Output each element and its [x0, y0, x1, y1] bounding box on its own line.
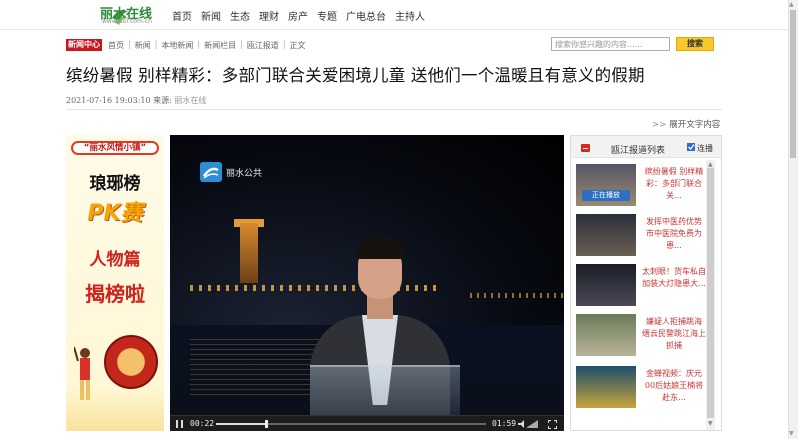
nav-item-home[interactable]: 首页 — [172, 8, 192, 23]
nav-item-broadcast[interactable]: 广电总台 — [346, 8, 386, 23]
autoplay-checkbox[interactable] — [687, 143, 695, 151]
expand-text-link[interactable]: >> 展开文字内容 — [652, 118, 720, 130]
playlist-item-title[interactable]: 嫌疑人拒捕跳海 缙云民警跳江海上抓捕 — [642, 316, 706, 352]
nav-item-ecology[interactable]: 生态 — [230, 8, 250, 23]
expand-text-label: 展开文字内容 — [669, 120, 721, 130]
drum-illustration — [104, 335, 158, 389]
fullscreen-icon[interactable] — [548, 420, 557, 429]
ad-text-reveal: 揭榜啦 — [85, 282, 145, 306]
breadcrumb-oujiang[interactable]: 瓯江报道 — [247, 40, 279, 51]
drummer-figure-icon — [74, 346, 90, 400]
breadcrumb-separator: | — [128, 40, 131, 49]
playlist-item[interactable]: 嫌疑人拒捕跳海 缙云民警跳江海上抓捕 — [576, 314, 706, 360]
station-name: 丽水公共 — [226, 169, 263, 179]
page-scroll-up-arrow-icon[interactable]: ▲ — [789, 1, 794, 8]
ad-text-pk: PK赛 — [87, 201, 143, 226]
volume-icon[interactable] — [518, 420, 538, 428]
nav-item-topics[interactable]: 专题 — [317, 8, 337, 23]
publish-datetime: 2021-07-16 19:03:10 — [66, 96, 151, 105]
playlist-item[interactable]: 发挥中医药优势 市中医院免费为患... — [576, 214, 704, 260]
breadcrumb-home[interactable]: 首页 — [108, 40, 124, 51]
playlist-thumbnail[interactable] — [576, 264, 636, 306]
nav-item-hosts[interactable]: 主持人 — [395, 8, 425, 23]
autoplay-label: 连播 — [697, 144, 713, 153]
playlist-item-title[interactable]: 太刺眼！货车私自加装大灯隐患大... — [642, 266, 706, 290]
source-name[interactable]: 丽水在线 — [174, 96, 206, 105]
playlist-item[interactable]: 太刺眼！货车私自加装大灯隐患大... — [576, 264, 706, 310]
search-button[interactable]: 搜索 — [676, 37, 714, 51]
news-center-tag[interactable]: 新闻中心 — [66, 39, 102, 51]
scroll-down-arrow-icon[interactable]: ▼ — [708, 420, 713, 427]
playlist-item-title[interactable]: 金蝉视频：庆元00后姑娘王楠将赴东... — [642, 368, 706, 404]
source-label: 来源: — [153, 96, 172, 105]
playlist-item[interactable]: 金蝉视频：庆元00后姑娘王楠将赴东... — [576, 366, 704, 412]
station-logo-icon — [200, 162, 222, 182]
playlist-item-title[interactable]: 发挥中医药优势 市中医院免费为患... — [642, 216, 706, 252]
article-meta: 2021-07-16 19:03:10 来源: 丽水在线 — [66, 95, 206, 106]
playlist-title: 瓯江报道列表 — [611, 146, 666, 156]
breadcrumb: 首页 | 新闻 | 本地新闻 | 新闻栏目 | 瓯江报道 | 正文 — [108, 40, 306, 51]
nav-item-realestate[interactable]: 房产 — [288, 8, 308, 23]
breadcrumb-separator: | — [282, 40, 286, 49]
ad-text-langya: 琅琊榜 — [89, 174, 141, 194]
progress-fill — [216, 423, 266, 425]
now-playing-badge: 正在播放 — [582, 190, 630, 201]
duration: 01:59 — [492, 419, 517, 428]
video-player[interactable]: 丽水公共 00:22 01:59 — [170, 135, 564, 431]
checkmark-icon — [688, 144, 695, 150]
page-scroll-down-arrow-icon[interactable]: ▼ — [789, 430, 794, 437]
article-title: 缤纷暑假 别样精彩：多部门联合关爱困境儿童 送他们一个温暖且有意义的假期 — [66, 66, 645, 85]
site-domain: www.lsol.com.cn — [102, 18, 152, 25]
pause-icon[interactable] — [176, 420, 183, 428]
playlist-item[interactable]: 正在播放 缤纷暑假 别样精彩：多部门联合关... — [576, 164, 704, 210]
divider — [66, 109, 722, 110]
playlist-item-title[interactable]: 缤纷暑假 别样精彩：多部门联合关... — [642, 166, 706, 202]
side-advertisement[interactable]: “丽水风情小镇” 琅琊榜 PK赛 人物篇 揭榜啦 — [66, 135, 164, 431]
collapse-minus-icon[interactable] — [581, 144, 590, 152]
breadcrumb-separator: | — [154, 40, 158, 49]
playlist-thumbnail[interactable] — [576, 314, 636, 356]
double-chevron-right-icon: >> — [652, 120, 667, 130]
playlist-thumbnail[interactable] — [576, 366, 636, 408]
glass-podium — [310, 365, 460, 415]
breadcrumb-news[interactable]: 新闻 — [135, 40, 151, 51]
video-frame-pagoda — [240, 223, 258, 283]
video-controls: 00:22 01:59 — [170, 415, 564, 431]
playlist-scrollbar-thumb[interactable] — [707, 168, 714, 418]
playlist-panel: 瓯江报道列表 连播 ▲ ▼ 正在播放 缤纷暑假 别样精彩：多部门联合关... 发… — [570, 135, 722, 431]
video-frame-city-lights — [190, 285, 440, 291]
breadcrumb-separator: | — [240, 40, 243, 49]
video-frame-city-lights — [470, 293, 564, 298]
page-scrollbar-thumb[interactable] — [790, 10, 796, 158]
nav-item-news[interactable]: 新闻 — [201, 8, 221, 23]
nav-item-finance[interactable]: 理财 — [259, 8, 279, 23]
ad-heading: “丽水风情小镇” — [71, 141, 159, 155]
anchor-hair — [356, 237, 404, 259]
breadcrumb-columns[interactable]: 新闻栏目 — [204, 40, 236, 51]
breadcrumb-local-news[interactable]: 本地新闻 — [161, 40, 193, 51]
main-nav: 首页 新闻 生态 理财 房产 专题 广电总台 主持人 — [172, 8, 425, 23]
breadcrumb-current: 正文 — [289, 41, 306, 50]
breadcrumb-separator: | — [197, 40, 201, 49]
playlist-thumbnail[interactable] — [576, 214, 636, 256]
progress-handle[interactable] — [264, 420, 268, 428]
scroll-up-arrow-icon[interactable]: ▲ — [708, 161, 713, 168]
ad-text-people: 人物篇 — [89, 250, 141, 270]
search-input[interactable]: 搜索你感兴趣的内容...... — [551, 37, 670, 51]
current-time: 00:22 — [190, 419, 215, 428]
